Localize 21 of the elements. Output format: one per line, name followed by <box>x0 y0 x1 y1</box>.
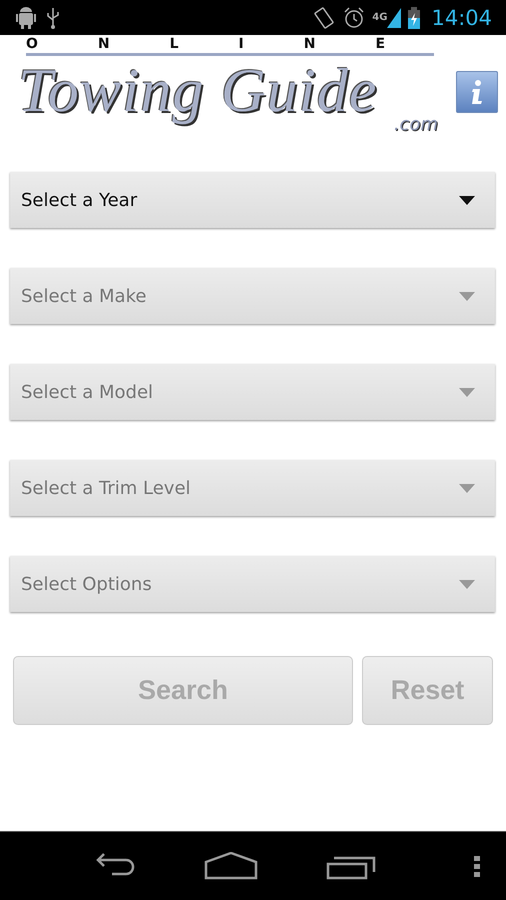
info-icon <box>470 79 484 105</box>
android-icon <box>16 6 36 28</box>
home-icon[interactable] <box>204 852 258 880</box>
caret-icon <box>459 292 475 300</box>
logo-tagline: ONLINE <box>26 37 434 51</box>
vibrate-icon <box>312 6 336 30</box>
dropdown[interactable]: Select a Year <box>10 172 495 228</box>
logo-domain: .com <box>394 116 438 134</box>
caret-icon <box>459 388 475 396</box>
clock: 14:04 <box>431 6 492 30</box>
caret-icon <box>459 484 475 492</box>
alarm-icon <box>342 6 366 30</box>
info-button[interactable] <box>456 71 498 113</box>
menu-icon[interactable] <box>474 856 480 878</box>
usb-icon <box>46 6 60 28</box>
caret-icon <box>459 196 475 204</box>
network-label: 4G <box>372 12 388 22</box>
caret-icon <box>459 580 475 588</box>
battery-icon <box>407 6 422 28</box>
logo-title: Towing Guide <box>17 56 378 126</box>
signal-icon <box>387 8 402 28</box>
